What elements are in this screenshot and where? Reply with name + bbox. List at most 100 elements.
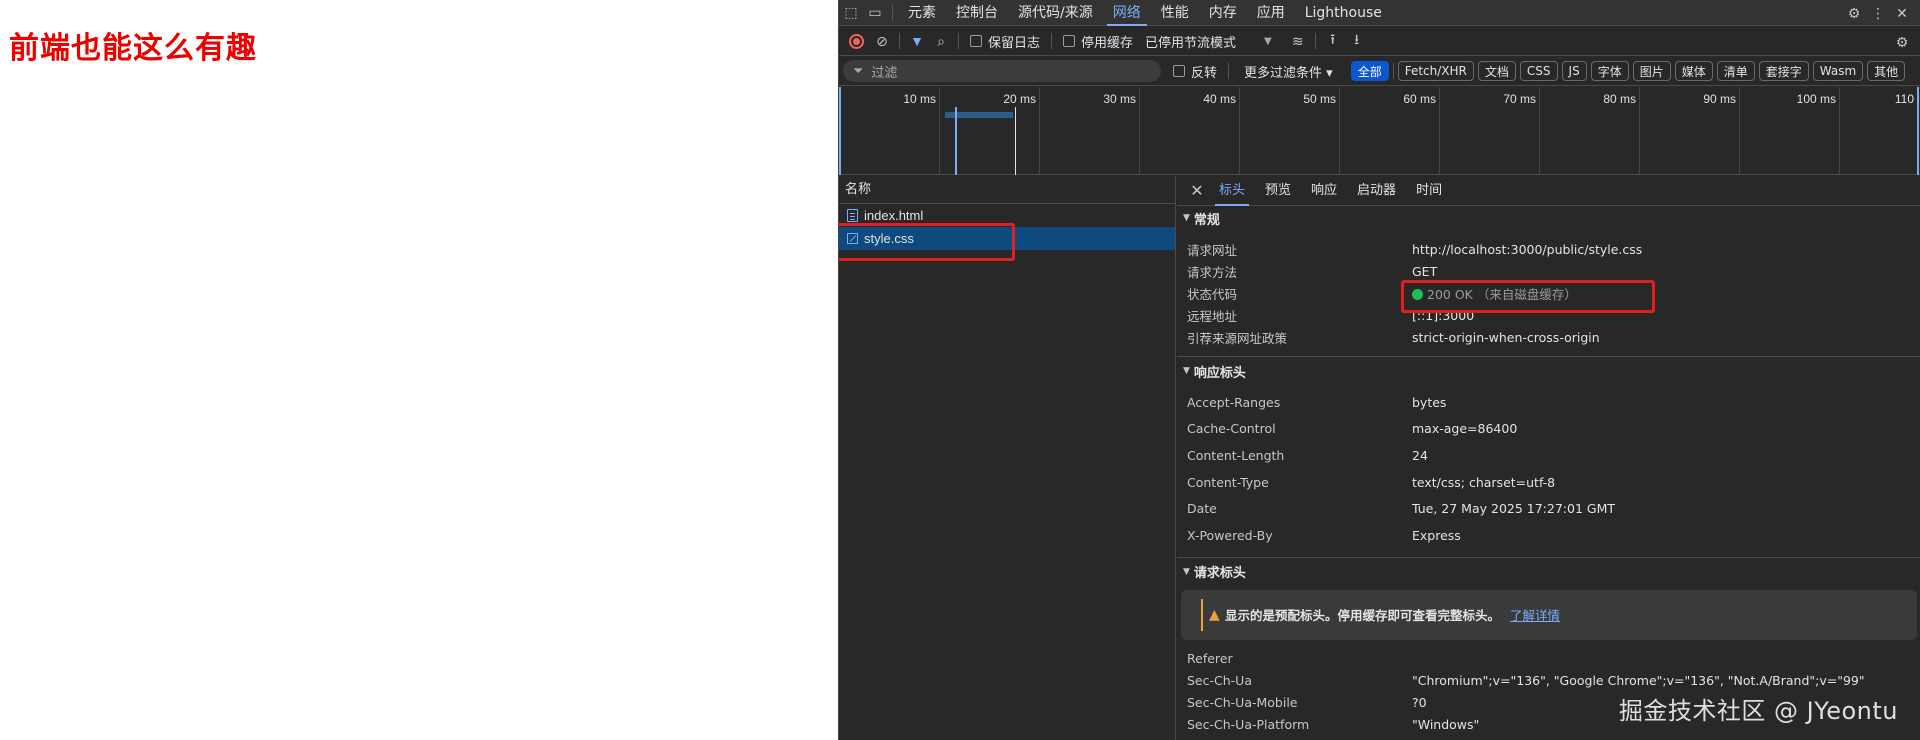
timeline-tick: 80 ms [1603, 87, 1640, 175]
timeline-tick: 60 ms [1403, 87, 1440, 175]
timeline-tick: 40 ms [1203, 87, 1240, 175]
record-stop-icon[interactable] [849, 33, 864, 49]
header-row: 远程地址 [::1]:3000 [1187, 307, 1475, 324]
header-row: 请求方法 GET [1187, 263, 1438, 280]
tab-headers[interactable]: 标头 [1209, 176, 1255, 206]
header-row: Content-Length 24 [1187, 447, 1428, 463]
section-general-toggle[interactable]: ▼ 常规 [1177, 206, 1920, 230]
preserve-log-checkbox[interactable]: 保留日志 [970, 32, 1040, 51]
filter-chip-other[interactable]: 其他 [1867, 61, 1906, 81]
import-har-icon[interactable]: ⭱ [1321, 29, 1345, 53]
header-row: 引荐来源网址政策 strict-origin-when-cross-origin [1187, 329, 1600, 346]
tab-application[interactable]: 应用 [1247, 0, 1295, 26]
header-row: Date Tue, 27 May 2025 17:27:01 GMT [1187, 501, 1615, 517]
more-filters-dropdown[interactable]: 更多过滤条件 ▾ [1244, 62, 1333, 81]
tab-response[interactable]: 响应 [1301, 176, 1347, 206]
throttling-select[interactable]: 已停用节流模式 ▼ [1145, 32, 1272, 51]
document-file-icon [847, 209, 858, 222]
tab-elements[interactable]: 元素 [898, 0, 946, 26]
load-marker [1015, 107, 1016, 175]
filter-chip-manifest[interactable]: 清单 [1716, 61, 1755, 81]
section-request-headers-toggle[interactable]: ▼ 请求标头 [1177, 558, 1920, 586]
request-list: 名称 index.html style.css [839, 176, 1176, 740]
filter-chip-css[interactable]: CSS [1519, 61, 1558, 81]
triangle-down-icon: ▼ [1183, 366, 1190, 376]
watermark: 掘金技术社区 @ JYeontu [1618, 697, 1898, 725]
header-row: 请求网址 http://localhost:3000/public/style.c… [1187, 241, 1643, 258]
tab-console[interactable]: 控制台 [946, 0, 1008, 26]
warning-triangle-icon: ▲ [1209, 606, 1220, 623]
provisional-headers-warning: ▲ 显示的是预配标头。停用缓存即可查看完整标头。 了解详情 [1181, 589, 1917, 640]
inspect-element-icon[interactable]: ⬚ [839, 1, 863, 25]
filter-chip-js[interactable]: JS [1561, 61, 1587, 81]
tab-initiator[interactable]: 启动器 [1347, 176, 1406, 206]
learn-more-link[interactable]: 了解详情 [1510, 605, 1560, 624]
clear-icon[interactable]: ⊘ [870, 29, 894, 53]
tab-sources[interactable]: 源代码/来源 [1008, 0, 1103, 26]
timeline-tick: 70 ms [1503, 87, 1540, 175]
filter-input[interactable]: ⏷ 过滤 [843, 60, 1161, 82]
request-detail-panel: ✕ 标头 预览 响应 启动器 时间 ▼ 常规 请求网址 http://localho… [1177, 176, 1920, 740]
header-row: Referer [1187, 651, 1233, 667]
filter-chip-doc[interactable]: 文档 [1477, 61, 1516, 81]
filter-chip-media[interactable]: 媒体 [1674, 61, 1713, 81]
divider [899, 33, 900, 49]
filter-chip-all[interactable]: 全部 [1350, 61, 1389, 81]
timeline-tick: 10 ms [903, 87, 940, 175]
header-row: Content-Type text/css; charset=utf-8 [1187, 474, 1556, 490]
request-row-index-html[interactable]: index.html [839, 204, 1175, 227]
tab-lighthouse[interactable]: Lighthouse [1295, 0, 1392, 26]
divider [1314, 33, 1316, 49]
triangle-down-icon: ▼ [1183, 566, 1190, 577]
search-icon[interactable]: ⌕ [929, 29, 953, 53]
header-row: Accept-Ranges bytes [1187, 394, 1447, 410]
close-detail-icon[interactable]: ✕ [1185, 181, 1209, 201]
timeline-tick: 20 ms [1003, 87, 1040, 175]
invert-checkbox[interactable]: 反转 [1173, 62, 1217, 81]
chevron-down-icon: ▼ [1264, 35, 1272, 47]
network-settings-gear-icon[interactable]: ⚙ [1890, 30, 1914, 54]
divider [1392, 63, 1394, 79]
filter-placeholder: 过滤 [871, 65, 898, 81]
section-response-headers-toggle[interactable]: ▼ 响应标头 [1177, 357, 1920, 385]
divider [1228, 63, 1230, 79]
network-conditions-icon[interactable]: ≋ [1286, 29, 1310, 53]
tab-performance[interactable]: 性能 [1151, 0, 1199, 26]
filter-funnel-icon[interactable]: ▼ [905, 29, 929, 53]
header-row: X-Powered-By Express [1187, 527, 1461, 543]
timeline-overview[interactable]: 10 ms 20 ms 30 ms 40 ms 50 ms 60 ms 70 m… [839, 87, 1920, 175]
tab-network[interactable]: 网络 [1103, 0, 1151, 26]
divider [892, 4, 893, 21]
request-row-style-css[interactable]: style.css [839, 227, 1175, 250]
divider [1051, 33, 1053, 49]
tab-preview[interactable]: 预览 [1255, 176, 1301, 206]
timeline-right-handle[interactable] [1917, 87, 1919, 175]
timeline-left-handle[interactable] [839, 87, 841, 175]
filter-icon: ⏷ [853, 63, 864, 79]
filter-chip-font[interactable]: 字体 [1590, 61, 1629, 81]
rendered-page: 前端也能这么有趣 [0, 0, 838, 740]
timeline-tick: 100 ms [1797, 87, 1840, 175]
status-ok-dot-icon [1412, 288, 1423, 300]
devtools-panel: ⬚ ▭ 元素 控制台 源代码/来源 网络 性能 内存 应用 Lighthouse… [838, 0, 1920, 740]
dom-content-loaded-marker [955, 107, 957, 175]
header-row: 状态代码 200 OK （来自磁盘缓存） [1187, 286, 1577, 302]
devtools-tabbar: ⬚ ▭ 元素 控制台 源代码/来源 网络 性能 内存 应用 Lighthouse… [839, 0, 1920, 26]
tab-timing[interactable]: 时间 [1406, 176, 1452, 206]
filter-chip-img[interactable]: 图片 [1632, 61, 1671, 81]
more-options-icon[interactable]: ⋮ [1866, 1, 1890, 25]
device-toolbar-icon[interactable]: ▭ [863, 1, 887, 25]
export-har-icon[interactable]: ⭳ [1345, 29, 1369, 53]
filter-chip-socket[interactable]: 套接字 [1758, 61, 1809, 81]
tab-memory[interactable]: 内存 [1199, 0, 1247, 26]
filter-chip-wasm[interactable]: Wasm [1812, 61, 1864, 81]
disable-cache-checkbox[interactable]: 停用缓存 [1063, 32, 1133, 51]
close-icon[interactable]: ✕ [1890, 1, 1914, 25]
timeline-tick: 30 ms [1103, 87, 1140, 175]
settings-gear-icon[interactable]: ⚙ [1842, 1, 1866, 25]
filter-bar: ⏷ 过滤 反转 更多过滤条件 ▾ 全部 Fetch/XHR 文档 CSS JS … [839, 57, 1920, 86]
column-header-name[interactable]: 名称 [839, 176, 1175, 204]
filter-chip-fetch-xhr[interactable]: Fetch/XHR [1397, 61, 1474, 81]
stylesheet-file-icon [847, 233, 858, 244]
network-toolbar: ⊘ ▼ ⌕ 保留日志 停用缓存 已停用节流模式 ▼ ≋ ⭱ ⭳ ⚙ [839, 27, 1920, 56]
